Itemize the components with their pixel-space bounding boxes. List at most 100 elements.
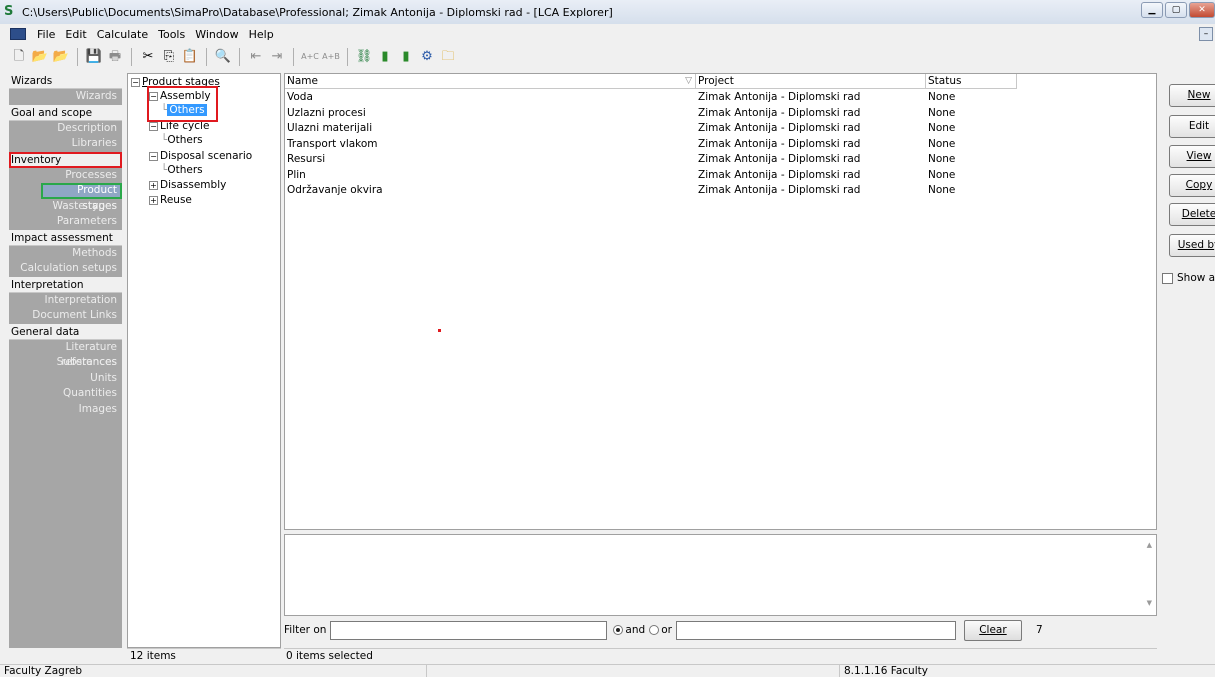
table-row[interactable]: Plin Zimak Antonija - Diplomski rad None bbox=[285, 168, 1017, 184]
expand-icon[interactable]: + bbox=[149, 195, 158, 205]
import-icon[interactable]: ⇤ bbox=[247, 48, 265, 66]
filter-input-secondary[interactable] bbox=[675, 620, 956, 640]
filter-input-primary[interactable] bbox=[330, 620, 608, 640]
network-icon[interactable]: ⛓ bbox=[355, 48, 373, 66]
paste-icon[interactable]: 📋 bbox=[181, 48, 199, 66]
menu-window[interactable]: Window bbox=[190, 28, 243, 41]
view-button[interactable]: View bbox=[1169, 145, 1215, 168]
menu-edit[interactable]: Edit bbox=[60, 28, 91, 41]
column-header-status[interactable]: Status bbox=[926, 74, 1017, 89]
tree-node-disposal-scenario[interactable]: − Disposal scenario bbox=[149, 149, 252, 163]
cell-status: None bbox=[928, 91, 956, 103]
wizard-section-inventory[interactable]: Inventory bbox=[9, 151, 122, 168]
table-row[interactable]: Uzlazni procesi Zimak Antonija - Diplomsk… bbox=[285, 106, 1017, 122]
button-label: Edit bbox=[1188, 120, 1210, 132]
search-icon[interactable]: 🔍 bbox=[214, 48, 232, 66]
table-row[interactable]: Voda Zimak Antonija - Diplomski rad None bbox=[285, 90, 1017, 106]
cut-icon[interactable]: ✂ bbox=[139, 48, 157, 66]
wizard-item-interpretation[interactable]: Interpretation bbox=[9, 293, 122, 309]
clear-filter-button[interactable]: Clear bbox=[963, 619, 1022, 641]
tree-node-reuse[interactable]: + Reuse bbox=[149, 193, 192, 207]
wizard-item-substances[interactable]: Substances bbox=[9, 355, 122, 371]
scroll-up-icon[interactable]: ▲ bbox=[1147, 541, 1152, 549]
process-icon[interactable]: ⚙ bbox=[418, 48, 436, 66]
cell-name: Transport vlakom bbox=[287, 137, 378, 150]
detail-text-area[interactable]: ▲ ▼ bbox=[284, 534, 1157, 616]
button-label: Delete bbox=[1181, 208, 1215, 220]
collapse-icon[interactable]: − bbox=[149, 151, 158, 161]
close-window-button[interactable]: ✕ bbox=[1189, 2, 1215, 18]
wizard-item-waste-types[interactable]: Waste types bbox=[9, 199, 122, 215]
filter-and-label: and bbox=[625, 624, 646, 636]
menu-file[interactable]: File bbox=[32, 28, 60, 41]
mdi-system-menu-icon[interactable] bbox=[10, 28, 26, 40]
table-row[interactable]: Održavanje okvira Zimak Antonija - Diplom… bbox=[285, 183, 1017, 199]
table-row[interactable]: Transport vlakom Zimak Antonija - Diploms… bbox=[285, 137, 1017, 153]
tree-node-life-cycle-others[interactable]: └Others bbox=[161, 133, 203, 147]
wizard-item-quantities[interactable]: Quantities bbox=[9, 386, 122, 402]
wizard-item-calculation-setups[interactable]: Calculation setups bbox=[9, 261, 122, 277]
tree-node-disposal-scenario-others[interactable]: └Others bbox=[161, 163, 203, 177]
filter-or-radio[interactable] bbox=[649, 625, 660, 635]
wizard-item-wizards[interactable]: Wizards bbox=[9, 89, 122, 105]
column-header-name[interactable]: Name ▽ bbox=[285, 74, 696, 89]
menu-tools[interactable]: Tools bbox=[153, 28, 190, 41]
open-icon[interactable]: 📂 bbox=[31, 48, 49, 66]
wizard-section-general-data[interactable]: General data bbox=[9, 323, 122, 340]
copy-button[interactable]: Copy bbox=[1169, 174, 1215, 197]
wizard-section-wizards[interactable]: Wizards bbox=[9, 73, 122, 89]
expand-icon[interactable]: + bbox=[149, 180, 158, 190]
new-icon[interactable]: 🗋 bbox=[10, 48, 28, 66]
cell-project: Zimak Antonija - Diplomski rad bbox=[698, 137, 861, 150]
wizard-item-literature-references[interactable]: Literature references bbox=[9, 340, 122, 369]
filter-bar: Filter on and or Clear 7 bbox=[284, 619, 1157, 641]
used-by-button[interactable]: Used by bbox=[1169, 234, 1215, 257]
chart-icon[interactable]: ▮ bbox=[397, 48, 415, 66]
delete-button[interactable]: Delete bbox=[1169, 203, 1215, 226]
mdi-minimize-button[interactable]: – bbox=[1199, 27, 1213, 41]
compare-icon[interactable]: A+B bbox=[322, 48, 340, 66]
edit-button[interactable]: Edit bbox=[1169, 115, 1215, 138]
open-project-icon[interactable]: 📂 bbox=[52, 48, 70, 66]
collapse-icon[interactable]: − bbox=[131, 77, 140, 87]
column-header-project[interactable]: Project bbox=[696, 74, 926, 89]
analyze-icon[interactable]: ▮ bbox=[376, 48, 394, 66]
tree-node-label: Others bbox=[167, 134, 203, 146]
scroll-down-icon[interactable]: ▼ bbox=[1147, 599, 1152, 607]
wizard-item-images[interactable]: Images bbox=[9, 402, 122, 418]
cell-name: Ulazni materijali bbox=[287, 122, 373, 134]
save-icon[interactable]: 💾 bbox=[85, 48, 103, 66]
tree-node-disassembly[interactable]: + Disassembly bbox=[149, 178, 226, 192]
wizard-item-description[interactable]: Description bbox=[9, 121, 122, 137]
wizard-section-goal-and-scope[interactable]: Goal and scope bbox=[9, 104, 122, 121]
print-icon[interactable]: 🖶 bbox=[106, 48, 124, 66]
collapse-icon[interactable]: − bbox=[149, 121, 158, 131]
maximize-window-button[interactable]: ▢ bbox=[1165, 2, 1187, 18]
minimize-window-button[interactable]: ▁ bbox=[1141, 2, 1163, 18]
wizard-item-processes[interactable]: Processes bbox=[9, 168, 122, 184]
toolbar-separator bbox=[347, 48, 348, 66]
wizard-item-units[interactable]: Units bbox=[9, 371, 122, 387]
wizard-section-impact-assessment[interactable]: Impact assessment bbox=[9, 229, 122, 246]
folder-icon[interactable]: 🗀 bbox=[439, 48, 457, 66]
table-row[interactable]: Resursi Zimak Antonija - Diplomski rad Non… bbox=[285, 152, 1017, 168]
export-icon[interactable]: ⇥ bbox=[268, 48, 286, 66]
calculate-icon[interactable]: A+C bbox=[301, 48, 319, 66]
wizard-section-interpretation[interactable]: Interpretation bbox=[9, 276, 122, 293]
table-row[interactable]: Ulazni materijali Zimak Antonija - Diplom… bbox=[285, 121, 1017, 137]
wizard-item-methods[interactable]: Methods bbox=[9, 246, 122, 262]
show-as-checkbox[interactable] bbox=[1162, 272, 1173, 284]
copy-icon[interactable]: ⎘ bbox=[160, 48, 178, 66]
wizard-item-parameters[interactable]: Parameters bbox=[9, 214, 122, 230]
filter-or-label: or bbox=[661, 624, 672, 636]
new-button[interactable]: New bbox=[1169, 84, 1215, 107]
show-as-option[interactable]: Show as bbox=[1162, 272, 1215, 284]
column-header-label: Name bbox=[287, 75, 318, 87]
wizard-item-document-links[interactable]: Document Links bbox=[9, 308, 122, 324]
menu-help[interactable]: Help bbox=[244, 28, 279, 41]
filter-and-radio[interactable] bbox=[613, 625, 624, 635]
menu-calculate[interactable]: Calculate bbox=[92, 28, 153, 41]
cell-project: Zimak Antonija - Diplomski rad bbox=[698, 122, 861, 134]
wizard-item-product-stages[interactable]: Product stages bbox=[41, 183, 122, 212]
wizard-item-libraries[interactable]: Libraries bbox=[9, 136, 122, 152]
